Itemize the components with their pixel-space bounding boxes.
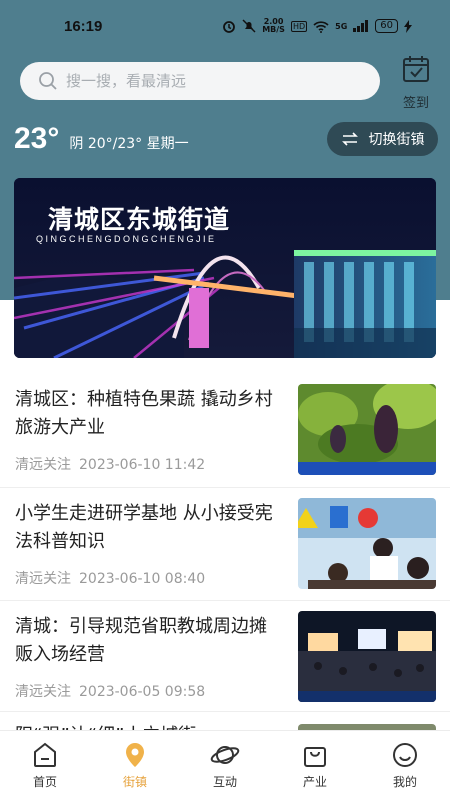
hd-badge: HD — [290, 20, 308, 32]
news-source: 清远关注 — [15, 571, 71, 587]
temperature: 23° — [14, 122, 60, 155]
planet-icon — [210, 746, 240, 764]
banner-subtitle: QINGCHENGDONGCHENGJIE — [36, 234, 217, 244]
weather-info: 23° 阴 20°/23° 星期一 — [14, 122, 189, 156]
wifi-icon — [313, 20, 329, 33]
tab-label: 街镇 — [122, 775, 147, 789]
swap-arrows-icon — [341, 132, 358, 146]
students-image — [298, 498, 436, 589]
banner-title: 清城区东城街道 — [48, 205, 231, 234]
status-time: 16:19 — [64, 18, 103, 35]
news-list: 清城区：种植特色果蔬 撬动乡村旅游大产业 清远关注 2023-06-10 11:4… — [0, 374, 450, 713]
search-input[interactable] — [66, 72, 346, 90]
news-time: 2023-06-10 11:42 — [79, 457, 206, 473]
news-thumbnail — [298, 611, 436, 702]
shopping-bag-icon — [304, 747, 326, 767]
news-thumbnail — [298, 384, 436, 475]
tab-industry[interactable]: 产业 — [270, 731, 360, 800]
status-bar: 16:19 2.00 MB/S HD 5G 60 — [0, 0, 450, 56]
banner-image[interactable]: 清城区东城街道 QINGCHENGDONGCHENGJIE — [14, 178, 436, 358]
news-title: 小学生走进研学基地 从小接受宪法科普知识 — [15, 503, 273, 552]
tab-label: 互动 — [212, 775, 237, 789]
tab-label: 首页 — [32, 775, 57, 789]
news-title: 清城区：种植特色果蔬 撬动乡村旅游大产业 — [15, 389, 273, 438]
news-item[interactable]: 小学生走进研学基地 从小接受宪法科普知识 清远关注 2023-06-10 08:4… — [0, 487, 450, 600]
news-meta: 清远关注 2023-06-10 11:42 — [15, 454, 205, 474]
smiley-icon — [393, 743, 417, 767]
checkin-label: 签到 — [402, 96, 429, 111]
news-time: 2023-06-05 09:58 — [79, 684, 206, 700]
checkin-button[interactable]: 签到 — [396, 54, 436, 111]
tab-interaction[interactable]: 互动 — [180, 731, 270, 800]
search-icon — [39, 72, 57, 90]
grape-vine-image — [298, 384, 436, 475]
calendar-check-icon — [403, 56, 429, 82]
network-speed: 2.00 MB/S — [262, 17, 285, 34]
tab-home[interactable]: 首页 — [0, 731, 90, 800]
home-icon — [34, 742, 56, 767]
news-source: 清远关注 — [15, 457, 71, 473]
switch-town-button[interactable]: 切换街镇 — [327, 122, 438, 156]
location-pin-icon — [126, 743, 144, 767]
night-market-image — [298, 611, 436, 702]
tab-town[interactable]: 街镇 — [90, 731, 180, 800]
battery-indicator: 60 — [375, 19, 398, 33]
news-item[interactable]: 清城区：种植特色果蔬 撬动乡村旅游大产业 清远关注 2023-06-10 11:4… — [0, 374, 450, 487]
news-source: 清远关注 — [15, 684, 71, 700]
bottom-tab-bar: 首页 街镇 互动 产业 我的 — [0, 730, 450, 800]
weather-description: 阴 20°/23° 星期一 — [69, 136, 189, 152]
tab-profile[interactable]: 我的 — [360, 731, 450, 800]
alarm-icon — [223, 21, 236, 33]
tab-label: 产业 — [302, 775, 327, 789]
news-meta: 清远关注 2023-06-05 09:58 — [15, 681, 205, 701]
status-icons: 2.00 MB/S HD 5G 60 — [222, 18, 412, 34]
news-time: 2023-06-10 08:40 — [79, 571, 206, 587]
switch-town-label: 切换街镇 — [368, 132, 425, 148]
news-meta: 清远关注 2023-06-10 08:40 — [15, 568, 205, 588]
signal-bars-icon — [353, 20, 369, 32]
search-bar[interactable] — [20, 62, 380, 100]
news-thumbnail — [298, 498, 436, 589]
news-item[interactable]: 清城：引导规范省职教城周边摊贩入场经营 清远关注 2023-06-05 09:58 — [0, 600, 450, 713]
charging-icon — [404, 19, 412, 33]
mute-bell-icon — [242, 19, 256, 33]
tab-label: 我的 — [392, 775, 417, 789]
news-title: 清城：引导规范省职教城周边摊贩入场经营 — [15, 616, 267, 665]
network-type: 5G — [335, 21, 348, 31]
